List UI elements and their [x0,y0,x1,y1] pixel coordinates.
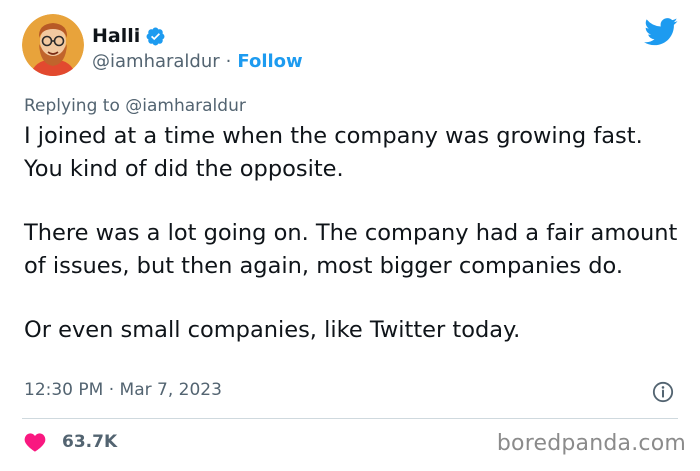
avatar[interactable] [22,14,84,76]
tweet-card: Halli @iamharaldur · Follow Replying to … [0,0,700,471]
tweet-text: I joined at a time when the company was … [24,120,684,379]
reply-mention-link[interactable]: @iamharaldur [125,96,246,116]
info-icon[interactable] [652,381,674,403]
twitter-bird-icon[interactable] [644,17,678,47]
separator-dot: · [108,380,115,400]
replying-to: Replying to @iamharaldur [24,96,246,116]
like-action[interactable]: 63.7K [24,430,117,454]
author-handle-row: @iamharaldur · Follow [92,50,303,72]
verified-badge-icon [146,27,165,45]
separator-dot: · [225,50,232,72]
tweet-time: 12:30 PM [24,380,104,400]
follow-button[interactable]: Follow [237,51,302,72]
tweet-date: Mar 7, 2023 [119,380,222,400]
tweet-paragraph: There was a lot going on. The company ha… [24,220,678,279]
tweet-timestamp[interactable]: 12:30 PM · Mar 7, 2023 [24,380,222,400]
tweet-paragraph: Or even small companies, like Twitter to… [24,317,521,343]
replying-prefix: Replying to [24,96,120,116]
author-name[interactable]: Halli [92,25,140,47]
author-name-row: Halli [92,24,166,48]
tweet-paragraph: I joined at a time when the company was … [24,123,643,182]
like-count: 63.7K [62,432,118,452]
watermark: boredpanda.com [496,431,686,456]
heart-icon[interactable] [24,432,46,452]
divider [22,418,678,419]
author-handle[interactable]: @iamharaldur [92,51,220,72]
